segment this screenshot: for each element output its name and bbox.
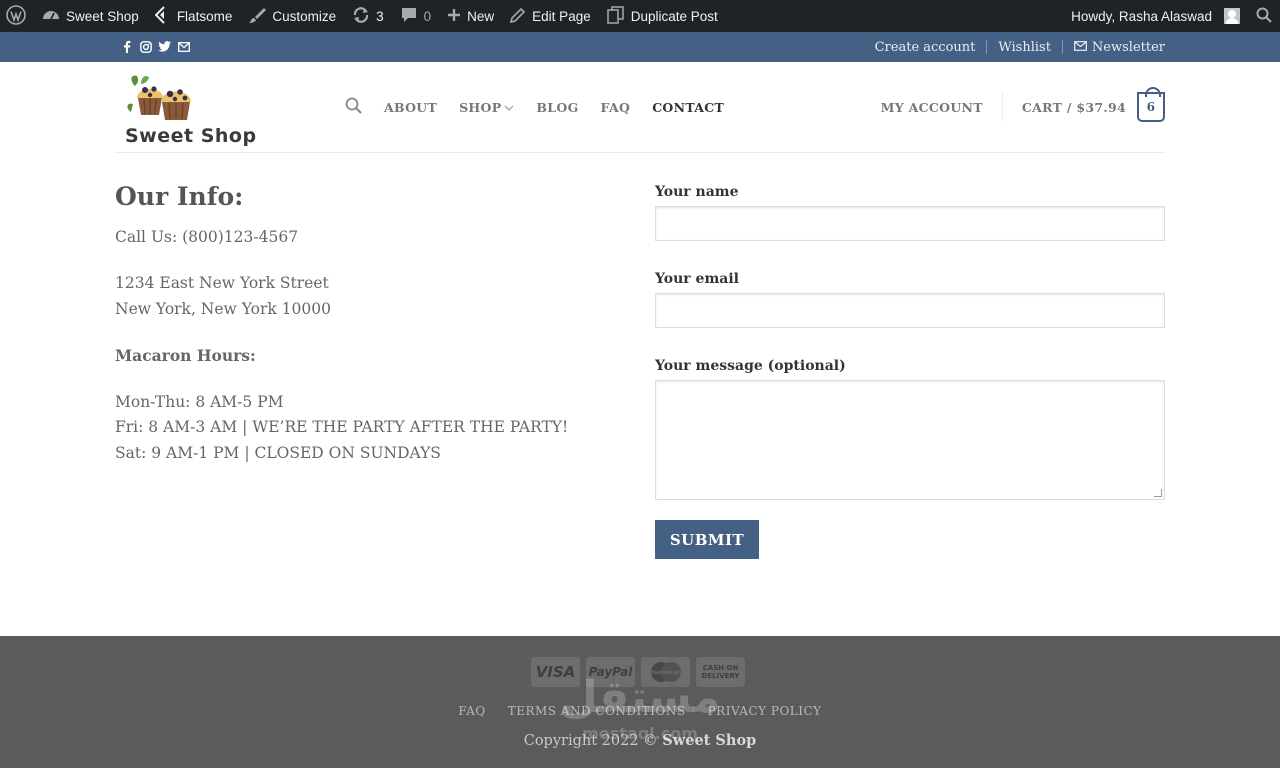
comment-bubble-icon [400, 7, 418, 26]
watermark-arabic: مستقل [559, 672, 721, 723]
facebook-icon[interactable] [120, 40, 133, 53]
envelope-icon [1074, 40, 1087, 55]
duplicate-post-label: Duplicate Post [630, 8, 718, 24]
edit-page-button[interactable]: Edit Page [502, 0, 599, 32]
wordpress-icon [6, 4, 26, 28]
hours-line: Fri: 8 AM-3 AM | WE’RE THE PARTY AFTER T… [115, 418, 569, 436]
nav-item-shop[interactable]: SHOP [459, 100, 514, 115]
duplicate-icon [606, 5, 625, 27]
cupcake-logo-icon [127, 75, 191, 120]
divider [1001, 92, 1003, 122]
site-footer: VISA PayPal MasterCard CASH ON DELIVERY … [0, 636, 1280, 768]
instagram-icon[interactable] [139, 40, 152, 53]
chevron-down-icon [504, 100, 514, 115]
cart-label: CART / [1021, 99, 1072, 115]
header-search-button[interactable] [345, 97, 362, 117]
wp-admin-bar: Sweet Shop Flatsome Customize 3 0 New Ed… [0, 0, 1280, 32]
updates-count: 3 [376, 8, 384, 24]
edit-page-label: Edit Page [532, 8, 591, 24]
site-name-label: Sweet Shop [66, 8, 139, 24]
message-textarea[interactable] [655, 380, 1165, 500]
name-field[interactable] [655, 206, 1165, 241]
address-line-1: 1234 East New York Street [115, 274, 329, 292]
email-label: Your email [655, 271, 739, 287]
flatsome-label: Flatsome [176, 8, 233, 24]
header-right: MY ACCOUNT CART / $37.94 6 [881, 62, 1165, 152]
comments-count: 0 [423, 8, 432, 24]
avatar [1224, 8, 1240, 24]
comments-button[interactable]: 0 [392, 0, 440, 32]
address-block: 1234 East New York Street New York, New … [115, 271, 615, 322]
nav-item-shop-label: SHOP [459, 99, 502, 115]
phone-text: Call Us: (800)123-4567 [115, 228, 299, 246]
nav-item-about[interactable]: ABOUT [384, 100, 437, 115]
hours-line: Mon-Thu: 8 AM-5 PM [115, 392, 284, 411]
updates-button[interactable]: 3 [344, 0, 392, 32]
logo-text: Sweet Shop [125, 125, 257, 147]
footer-link-faq[interactable]: FAQ [447, 704, 496, 718]
top-bar: Create account Wishlist Newsletter [0, 32, 1280, 62]
hours-heading: Macaron Hours: [115, 343, 615, 370]
my-account-link[interactable]: MY ACCOUNT [881, 100, 1002, 115]
new-label: New [467, 8, 495, 24]
contact-form: Your name Your email Your message (optio… [655, 184, 1165, 559]
info-title: Our Info: [115, 182, 244, 211]
site-name-button[interactable]: Sweet Shop [34, 0, 147, 32]
wordpress-logo-button[interactable] [0, 0, 34, 32]
hours-line: Sat: 9 AM-1 PM | CLOSED ON SUNDAYS [115, 443, 441, 462]
cart-link[interactable]: CART / $37.94 6 [1021, 87, 1165, 122]
main-navigation: ABOUT SHOP BLOG FAQ CONTACT [345, 62, 746, 152]
nav-item-contact[interactable]: CONTACT [652, 100, 724, 115]
admin-search-button[interactable] [1248, 0, 1280, 32]
hours-title: Macaron Hours: [115, 345, 256, 365]
flatsome-menu-button[interactable]: Flatsome [147, 0, 241, 32]
watermark-latin: mostaql.com [582, 724, 698, 743]
duplicate-post-button[interactable]: Duplicate Post [599, 0, 726, 32]
nav-item-blog[interactable]: BLOG [536, 100, 578, 115]
message-label: Your message (optional) [655, 358, 846, 374]
social-icons [120, 40, 190, 53]
name-label: Your name [655, 184, 739, 200]
site-header: Sweet Shop ABOUT SHOP BLOG FAQ CONTACT M… [115, 62, 1165, 153]
address-line-2: New York, New York 10000 [115, 299, 331, 318]
dashboard-icon [42, 7, 60, 26]
email-icon[interactable] [177, 40, 190, 53]
flatsome-icon [154, 5, 171, 27]
submit-button[interactable]: SUBMIT [655, 520, 759, 559]
paintbrush-icon [248, 6, 267, 27]
nav-item-faq[interactable]: FAQ [601, 100, 631, 115]
hours-block: Mon-Thu: 8 AM-5 PM Fri: 8 AM-3 AM | WE’R… [115, 390, 615, 467]
my-account-admin-button[interactable]: Howdy, Rasha Alaswad [1063, 0, 1248, 32]
create-account-link[interactable]: Create account [864, 40, 987, 55]
new-content-button[interactable]: New [439, 0, 502, 32]
top-bar-links: Create account Wishlist Newsletter [864, 32, 1165, 62]
watermark: مستقل mostaql.com [555, 672, 725, 756]
cart-amount: $37.94 [1076, 99, 1126, 115]
newsletter-link[interactable]: Newsletter [1063, 40, 1165, 55]
customize-label: Customize [272, 8, 337, 24]
customize-button[interactable]: Customize [240, 0, 344, 32]
newsletter-label: Newsletter [1091, 39, 1165, 55]
cart-count-badge: 6 [1137, 87, 1165, 122]
site-logo[interactable]: Sweet Shop [123, 72, 256, 146]
search-icon [1256, 7, 1272, 26]
pencil-icon [510, 7, 526, 26]
plus-icon [447, 8, 461, 25]
wishlist-link[interactable]: Wishlist [987, 40, 1062, 55]
refresh-icon [352, 6, 370, 27]
email-field[interactable] [655, 293, 1165, 328]
twitter-icon[interactable] [158, 40, 171, 53]
howdy-label: Howdy, Rasha Alaswad [1071, 8, 1212, 24]
search-icon [345, 97, 362, 117]
our-info-section: Our Info: Call Us: (800)123-4567 1234 Ea… [115, 182, 615, 487]
